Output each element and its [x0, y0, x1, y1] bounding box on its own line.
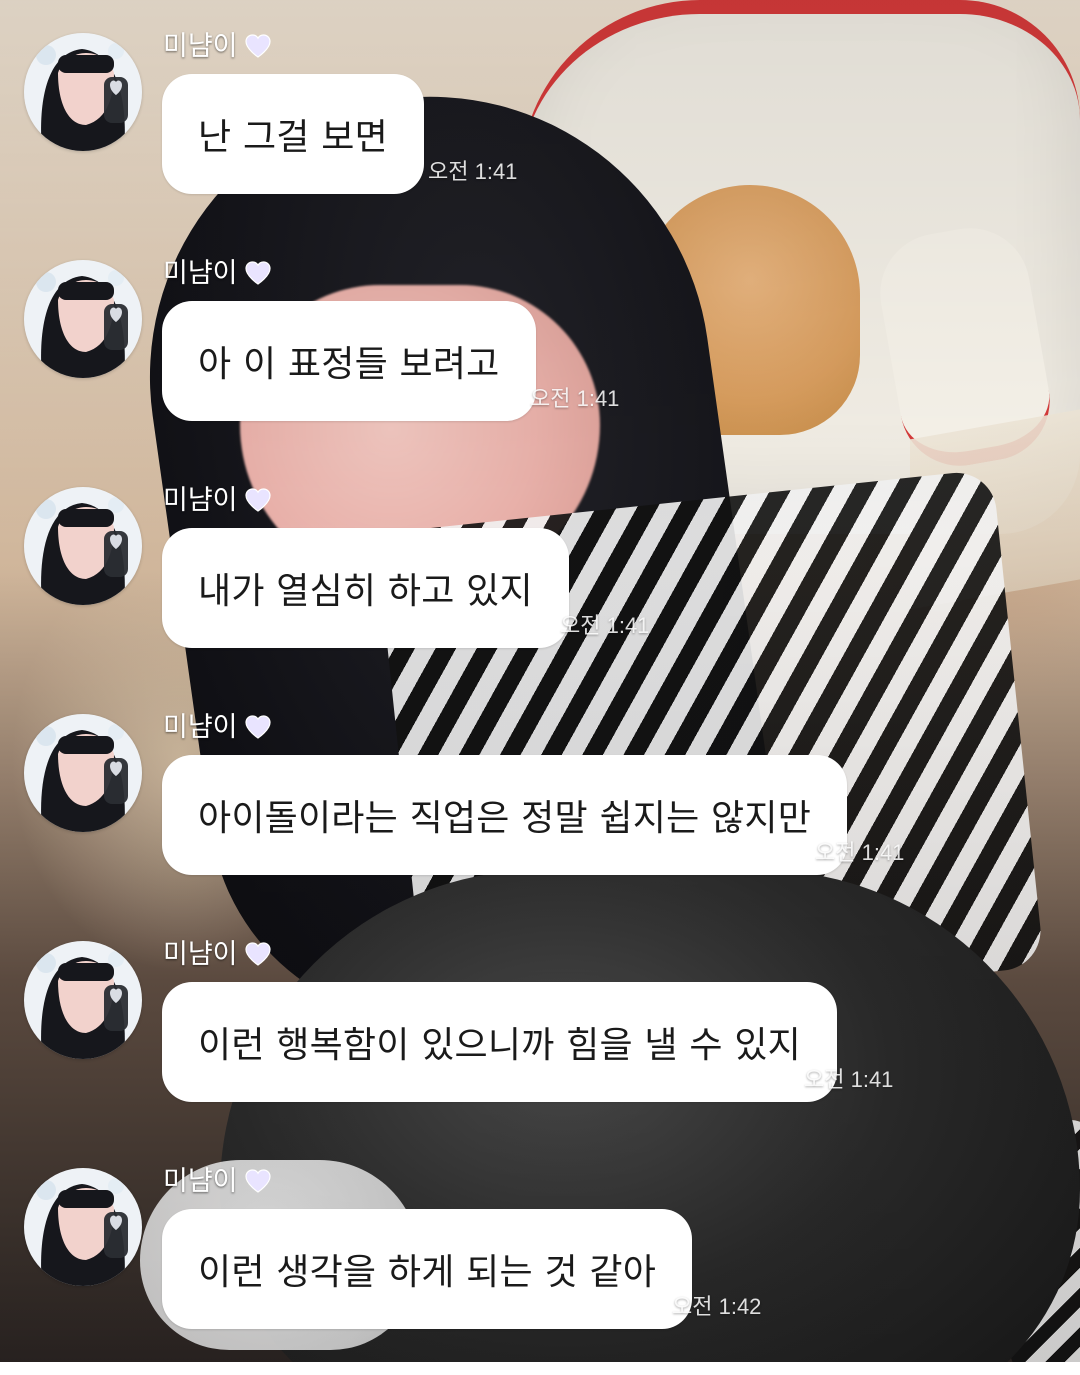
message-bubble[interactable]: 아 이 표정들 보려고 — [162, 301, 536, 421]
message-text: 아이돌이라는 직업은 정말 쉽지는 않지만 — [198, 798, 812, 839]
message-time: 오전 1:42 — [672, 1294, 762, 1319]
message-bubble[interactable]: 이런 행복함이 있으니까 힘을 낼 수 있지 — [162, 982, 837, 1102]
sender-name: 미냠이 — [163, 711, 272, 743]
sender-name: 미냠이 — [163, 30, 272, 62]
message-time: 오전 1:41 — [815, 840, 905, 865]
message-bubble[interactable]: 아이돌이라는 직업은 정말 쉽지는 않지만 — [162, 755, 848, 875]
sender-name-text: 미냠이 — [163, 939, 238, 969]
message-item: 미냠이 내가 열심히 하고 있지 오전 1:41 — [0, 484, 1080, 694]
profile-avatar-icon — [24, 1168, 142, 1286]
message-text: 난 그걸 보면 — [198, 117, 388, 158]
avatar[interactable] — [24, 33, 142, 151]
message-item: 미냠이 아이돌이라는 직업은 정말 쉽지는 않지만 오전 1:41 — [0, 711, 1080, 921]
heart-icon — [244, 33, 272, 59]
sender-name: 미냠이 — [163, 484, 272, 516]
sender-name-text: 미냠이 — [163, 712, 238, 742]
sender-name: 미냠이 — [163, 257, 272, 289]
avatar[interactable] — [24, 941, 142, 1059]
avatar[interactable] — [24, 487, 142, 605]
message-text: 이런 행복함이 있으니까 힘을 낼 수 있지 — [198, 1025, 801, 1066]
message-item: 미냠이 난 그걸 보면 오전 1:41 — [0, 30, 1080, 240]
message-text: 내가 열심히 하고 있지 — [198, 571, 533, 612]
heart-icon — [244, 714, 272, 740]
message-time: 오전 1:41 — [428, 159, 518, 184]
profile-avatar-icon — [24, 33, 142, 151]
sender-name-text: 미냠이 — [163, 31, 238, 61]
message-bubble[interactable]: 내가 열심히 하고 있지 — [162, 528, 569, 648]
message-text: 아 이 표정들 보려고 — [198, 344, 500, 385]
avatar[interactable] — [24, 714, 142, 832]
heart-icon — [244, 941, 272, 967]
sender-name-text: 미냠이 — [163, 1166, 238, 1196]
message-time: 오전 1:41 — [560, 613, 650, 638]
avatar[interactable] — [24, 1168, 142, 1286]
avatar[interactable] — [24, 260, 142, 378]
profile-avatar-icon — [24, 941, 142, 1059]
chat-thread: 미냠이 난 그걸 보면 오전 1:41 미냠이 아 이 표정들 보려고 오전 1… — [0, 0, 1080, 1362]
profile-avatar-icon — [24, 260, 142, 378]
message-text: 이런 생각을 하게 되는 것 같아 — [198, 1252, 657, 1293]
heart-icon — [244, 1168, 272, 1194]
message-item: 미냠이 아 이 표정들 보려고 오전 1:41 — [0, 257, 1080, 467]
heart-icon — [244, 487, 272, 513]
profile-avatar-icon — [24, 487, 142, 605]
message-item: 미냠이 이런 생각을 하게 되는 것 같아 오전 1:42 — [0, 1165, 1080, 1375]
message-bubble[interactable]: 이런 생각을 하게 되는 것 같아 — [162, 1209, 693, 1329]
sender-name-text: 미냠이 — [163, 258, 238, 288]
sender-name-text: 미냠이 — [163, 485, 238, 515]
message-bubble[interactable]: 난 그걸 보면 — [162, 74, 424, 194]
message-time: 오전 1:41 — [530, 386, 620, 411]
sender-name: 미냠이 — [163, 938, 272, 970]
message-item: 미냠이 이런 행복함이 있으니까 힘을 낼 수 있지 오전 1:41 — [0, 938, 1080, 1148]
message-time: 오전 1:41 — [804, 1067, 894, 1092]
profile-avatar-icon — [24, 714, 142, 832]
sender-name: 미냠이 — [163, 1165, 272, 1197]
heart-icon — [244, 260, 272, 286]
